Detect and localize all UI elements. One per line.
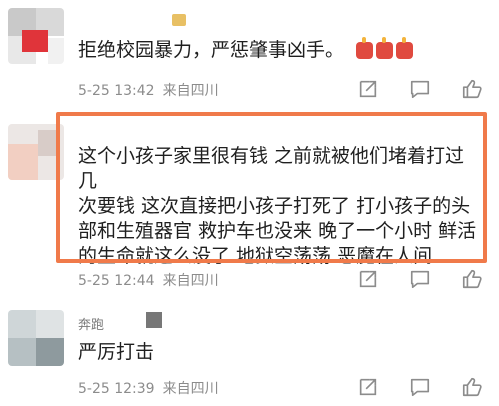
reply-button[interactable] bbox=[407, 266, 433, 292]
cake-emoji-icon bbox=[396, 37, 414, 59]
like-button[interactable] bbox=[459, 76, 485, 102]
comment-icon bbox=[410, 80, 430, 99]
avatar[interactable] bbox=[8, 310, 64, 366]
timestamp: 5-25 12:44 bbox=[78, 273, 155, 289]
reply-button[interactable] bbox=[407, 76, 433, 102]
share-button[interactable] bbox=[355, 76, 381, 102]
like-button[interactable] bbox=[459, 374, 485, 400]
comment-text: 拒绝校园暴力，严惩肇事凶手。 bbox=[78, 37, 488, 63]
cake-emoji-icon bbox=[376, 37, 394, 59]
comment-1: 拒绝校园暴力，严惩肇事凶手。 5-25 13:42 来自四川 bbox=[0, 0, 499, 110]
share-button[interactable] bbox=[355, 374, 381, 400]
comment-meta: 5-25 13:42 来自四川 bbox=[78, 80, 219, 100]
comment-icon bbox=[410, 378, 430, 397]
author-name[interactable]: 奔跑 bbox=[78, 314, 104, 333]
like-icon bbox=[462, 79, 482, 99]
like-icon bbox=[462, 269, 482, 289]
location: 来自四川 bbox=[162, 83, 219, 99]
like-button[interactable] bbox=[459, 266, 485, 292]
cake-emoji-icon bbox=[356, 37, 374, 59]
timestamp: 5-25 13:42 bbox=[78, 83, 155, 99]
like-icon bbox=[462, 377, 482, 397]
share-icon bbox=[359, 80, 377, 98]
location: 来自四川 bbox=[162, 273, 219, 289]
reply-button[interactable] bbox=[407, 374, 433, 400]
vip-badge bbox=[172, 14, 186, 26]
share-icon bbox=[359, 270, 377, 288]
comment-body: 拒绝校园暴力，严惩肇事凶手。 bbox=[78, 39, 345, 61]
comment-text: 严厉打击 bbox=[78, 341, 155, 363]
share-icon bbox=[359, 378, 377, 396]
share-button[interactable] bbox=[355, 266, 381, 292]
comment-actions bbox=[355, 266, 485, 292]
member-badge bbox=[146, 312, 162, 328]
comment-icon bbox=[410, 270, 430, 289]
comment-actions bbox=[355, 76, 485, 102]
location: 来自四川 bbox=[162, 381, 219, 397]
timestamp: 5-25 12:39 bbox=[78, 381, 155, 397]
comment-3: 奔跑 严厉打击 5-25 12:39 来自四川 bbox=[0, 300, 499, 406]
avatar[interactable] bbox=[8, 8, 64, 64]
cake-emojis bbox=[356, 37, 414, 59]
highlight-box bbox=[56, 112, 487, 263]
comment-meta: 5-25 12:44 来自四川 bbox=[78, 270, 219, 290]
comment-meta: 5-25 12:39 来自四川 bbox=[78, 378, 219, 398]
comment-actions bbox=[355, 374, 485, 400]
